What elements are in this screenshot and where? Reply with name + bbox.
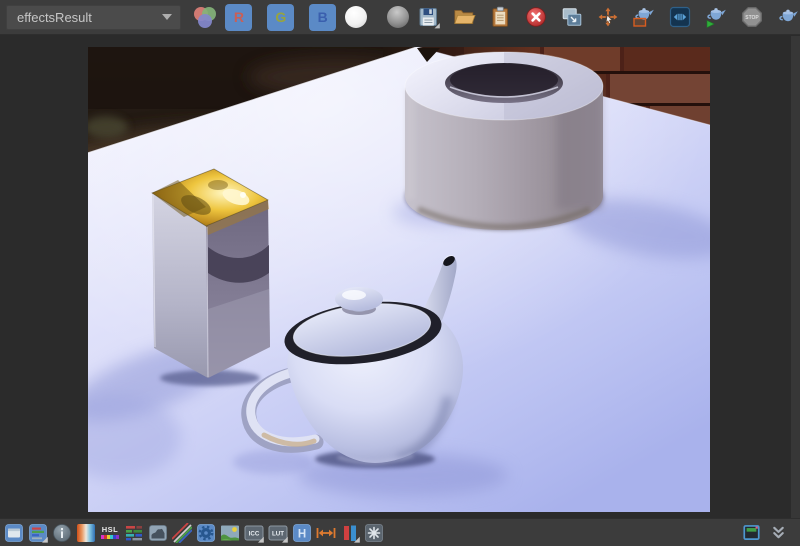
render-scene-icon <box>779 8 799 22</box>
render-region-icon <box>633 7 655 27</box>
open-folder-button[interactable] <box>452 5 476 29</box>
h-matte-icon: H <box>293 523 311 542</box>
image-viewport <box>0 36 800 518</box>
top-toolbar: effectsResult R G B STOP <box>0 0 800 35</box>
hsl-icon: HSL <box>101 526 119 540</box>
curves-button[interactable] <box>172 522 192 543</box>
stop-icon: STOP <box>742 7 762 27</box>
info-icon <box>53 523 71 542</box>
sparkle-icon <box>365 523 383 542</box>
processing-gear-button[interactable] <box>196 523 216 543</box>
channel-dropdown[interactable]: effectsResult <box>6 4 182 30</box>
histogram-button[interactable] <box>148 523 168 543</box>
mini-window-icon <box>742 525 760 540</box>
lut-button[interactable]: LUT <box>268 523 288 543</box>
save-button[interactable] <box>416 5 440 29</box>
curves-icon <box>172 522 192 543</box>
false-color-icon <box>77 523 95 542</box>
stop-label: STOP <box>745 15 759 21</box>
display-panel-button[interactable] <box>4 523 24 543</box>
pan-move-icon <box>598 7 618 27</box>
info-button[interactable] <box>52 523 72 543</box>
icc-profile-button[interactable]: ICC <box>244 523 264 543</box>
fit-width-button[interactable] <box>316 523 336 543</box>
red-channel-button[interactable]: R <box>225 3 253 31</box>
toolbar-icon-group: STOP <box>416 5 800 29</box>
lut-label: LUT <box>272 530 284 537</box>
ab-compare-icon <box>344 525 360 543</box>
delete-button[interactable] <box>524 5 548 29</box>
open-folder-icon <box>454 10 476 24</box>
icc-profile-icon: ICC <box>244 525 264 543</box>
render-region-button[interactable] <box>632 5 656 29</box>
display-panel-icon <box>5 523 23 542</box>
ipr-icon <box>669 6 691 28</box>
hsl-button[interactable]: HSL <box>100 523 120 543</box>
h-label: H <box>298 528 306 540</box>
rgb-circles-glyph <box>194 7 217 28</box>
green-channel-button[interactable]: G <box>267 3 295 31</box>
processing-gear-icon <box>197 523 215 542</box>
statusbar-right-group <box>741 523 788 543</box>
statusbar-icon-group: HSL ICC LUT H <box>4 522 384 543</box>
image-display-button[interactable] <box>220 523 240 543</box>
channel-dropdown-value: effectsResult <box>17 9 92 25</box>
delete-icon <box>526 7 546 27</box>
render-stop-button[interactable]: STOP <box>740 5 764 29</box>
bottom-toolbar: HSL ICC LUT H <box>0 518 800 546</box>
clipboard-button[interactable] <box>488 5 512 29</box>
chevron-double-down-icon <box>772 526 784 539</box>
white-point-button[interactable] <box>345 6 368 28</box>
icc-label: ICC <box>249 530 260 537</box>
h-matte-button[interactable]: H <box>292 523 312 543</box>
scrollbar[interactable] <box>791 36 800 518</box>
blue-channel-button[interactable]: B <box>309 3 337 31</box>
render-start-button[interactable] <box>704 5 728 29</box>
channel-bars-icon <box>29 523 48 543</box>
lut-icon: LUT <box>268 525 288 543</box>
render-scene-button[interactable] <box>776 5 800 29</box>
snapshot-button[interactable] <box>560 5 584 29</box>
ab-compare-button[interactable] <box>340 523 360 543</box>
app-window: effectsResult R G B STOP HSL ICC LUT H <box>0 0 800 546</box>
render-start-icon <box>706 7 727 28</box>
false-color-button[interactable] <box>76 523 96 543</box>
sparkle-button[interactable] <box>364 523 384 543</box>
gray-point-button[interactable] <box>387 6 409 28</box>
channel-rows-icon <box>126 525 142 540</box>
render-image[interactable] <box>88 47 710 512</box>
ipr-toggle-button[interactable] <box>668 5 692 29</box>
rgb-channels-icon[interactable] <box>191 5 219 29</box>
clipboard-icon <box>492 6 508 27</box>
blue-channel-label: B <box>317 9 328 25</box>
chevron-down-icon <box>162 14 173 20</box>
collapse-button[interactable] <box>768 523 788 543</box>
snapshot-icon <box>562 8 582 26</box>
red-channel-label: R <box>233 9 244 25</box>
channel-rows-button[interactable] <box>124 523 144 543</box>
mini-window-button[interactable] <box>741 523 761 543</box>
pan-move-button[interactable] <box>596 5 620 29</box>
fit-width-icon <box>316 527 336 538</box>
green-channel-label: G <box>275 9 287 25</box>
hsl-label: HSL <box>101 524 119 534</box>
channel-bars-button[interactable] <box>28 523 48 543</box>
image-display-icon <box>221 525 239 540</box>
save-icon <box>419 8 440 29</box>
histogram-icon <box>149 524 167 541</box>
